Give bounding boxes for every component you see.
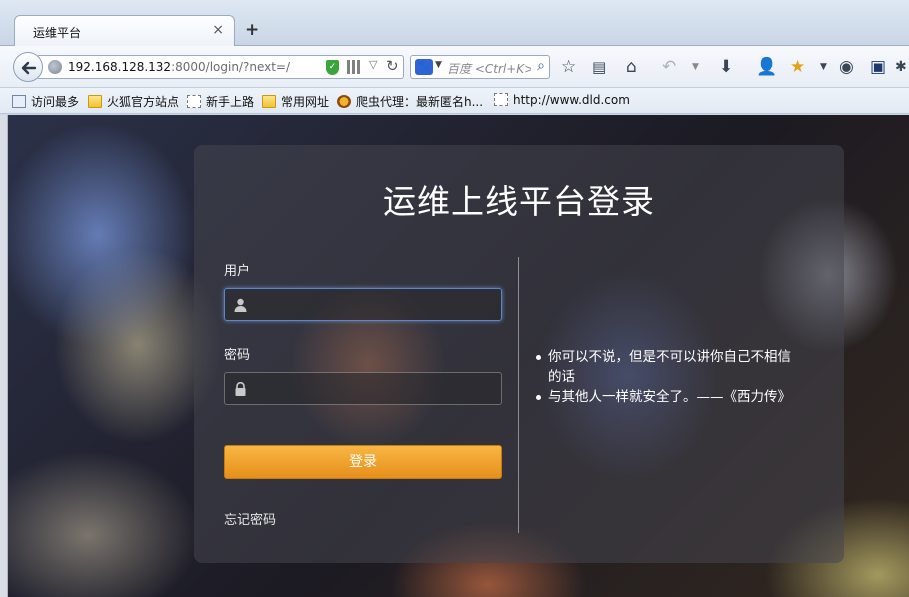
home-icon[interactable]: ⌂	[626, 57, 637, 77]
bookmark-label: 火狐官方站点	[107, 95, 180, 109]
bookmark-blank-icon	[494, 93, 508, 106]
password-label: 密码	[224, 348, 251, 363]
download-icon[interactable]: ⬇	[719, 57, 733, 77]
bookmark-label: 新手上路	[206, 95, 255, 109]
bookmark-getting-started[interactable]: 新手上路	[187, 93, 254, 110]
bookmark-crawler-proxy[interactable]: 爬虫代理：最新匿名h...	[337, 93, 483, 110]
tab-title: 运维平台	[33, 26, 82, 40]
user-icon[interactable]: 👤	[756, 57, 777, 77]
bookmark-label: 访问最多	[31, 95, 80, 109]
baidu-icon[interactable]: 🐾	[415, 59, 433, 75]
bookmark-common-sites[interactable]: 常用网址	[262, 93, 329, 110]
bookmark-label: 爬虫代理：最新匿名h...	[356, 95, 484, 109]
undo-icon[interactable]: ↶	[662, 57, 676, 77]
forgot-password-link[interactable]: 忘记密码	[224, 509, 276, 528]
site-identity-icon[interactable]	[48, 60, 62, 74]
url-text[interactable]: 192.168.128.132:8000/login/?next=/	[68, 60, 290, 74]
new-tab-button[interactable]: +	[245, 20, 259, 40]
avatar-icon[interactable]: ◉	[839, 57, 854, 77]
folder-icon	[88, 95, 102, 108]
bookmark-dld[interactable]: http://www.dld.com	[494, 93, 630, 107]
url-history-dropdown-icon[interactable]: ▽	[369, 58, 377, 71]
address-bar[interactable]: 192.168.128.132:8000/login/?next=/ ✓ ▽ ↻	[38, 55, 404, 79]
star-icon[interactable]: ☆	[561, 57, 576, 77]
bee-icon[interactable]: ✱	[895, 57, 907, 77]
qr-code-icon[interactable]	[347, 60, 361, 74]
bookmarks-bar: 访问最多 火狐官方站点 新手上路 常用网址 爬虫代理：最新匿名h... http…	[0, 88, 909, 114]
browser-tab[interactable]: 运维平台 ×	[14, 15, 235, 46]
password-field[interactable]	[224, 372, 502, 405]
bookmark-firefox-official[interactable]: 火狐官方站点	[88, 93, 179, 110]
login-panel: 运维上线平台登录 用户 密码 登录 忘记密码 你可以不说，但是不可以讲你自己不相…	[194, 145, 844, 563]
list-item: 与其他人一样就安全了。——《西力传》	[534, 387, 794, 407]
reload-icon[interactable]: ↻	[386, 57, 399, 75]
bookmark-label: http://www.dld.com	[513, 93, 630, 107]
tab-strip: 运维平台 × +	[0, 0, 909, 46]
shield-icon[interactable]: ✓	[326, 60, 339, 75]
folder-icon	[262, 95, 276, 108]
url-host: 192.168.128.132	[68, 60, 172, 74]
page-title: 运维上线平台登录	[383, 182, 655, 221]
reader-icon[interactable]: ▤	[592, 57, 606, 77]
login-button[interactable]: 登录	[224, 445, 502, 479]
page-background: 运维上线平台登录 用户 密码 登录 忘记密码 你可以不说，但是不可以讲你自己不相…	[8, 115, 909, 597]
arrow-left-icon	[21, 61, 37, 75]
extension-star-icon[interactable]: ★	[790, 57, 805, 77]
navigation-toolbar: 192.168.128.132:8000/login/?next=/ ✓ ▽ ↻…	[0, 46, 909, 88]
list-item: 你可以不说，但是不可以讲你自己不相信的话	[534, 347, 794, 387]
username-label: 用户	[224, 264, 251, 279]
bee-icon	[337, 95, 351, 108]
quote-list: 你可以不说，但是不可以讲你自己不相信的话 与其他人一样就安全了。——《西力传》	[534, 347, 794, 407]
username-input[interactable]	[255, 289, 495, 320]
search-engine-dropdown-icon[interactable]: ▼	[435, 60, 442, 70]
profile-icon[interactable]: ▣	[870, 57, 886, 77]
bookmark-page-icon	[12, 95, 26, 108]
panel-divider	[518, 257, 519, 533]
search-bar[interactable]: 🐾 ▼ 百度 <Ctrl+K> ⌕	[410, 55, 550, 79]
url-path: :8000/login/?next=/	[171, 60, 291, 74]
undo-dropdown-icon[interactable]: ▼	[692, 57, 699, 77]
extension-dropdown-icon[interactable]: ▼	[820, 57, 827, 77]
bookmark-label: 常用网址	[281, 95, 330, 109]
close-tab-icon[interactable]: ×	[212, 22, 224, 38]
sidebar-edge	[0, 115, 8, 597]
lock-icon	[235, 382, 246, 396]
back-button[interactable]	[13, 52, 43, 82]
search-input[interactable]: 百度 <Ctrl+K>	[447, 60, 531, 77]
user-icon	[234, 298, 247, 312]
password-input[interactable]	[255, 373, 495, 404]
magnifier-icon[interactable]: ⌕	[537, 58, 545, 74]
bookmark-blank-icon	[187, 95, 201, 108]
username-field[interactable]	[224, 288, 502, 321]
bookmark-most-visited[interactable]: 访问最多	[12, 93, 79, 110]
